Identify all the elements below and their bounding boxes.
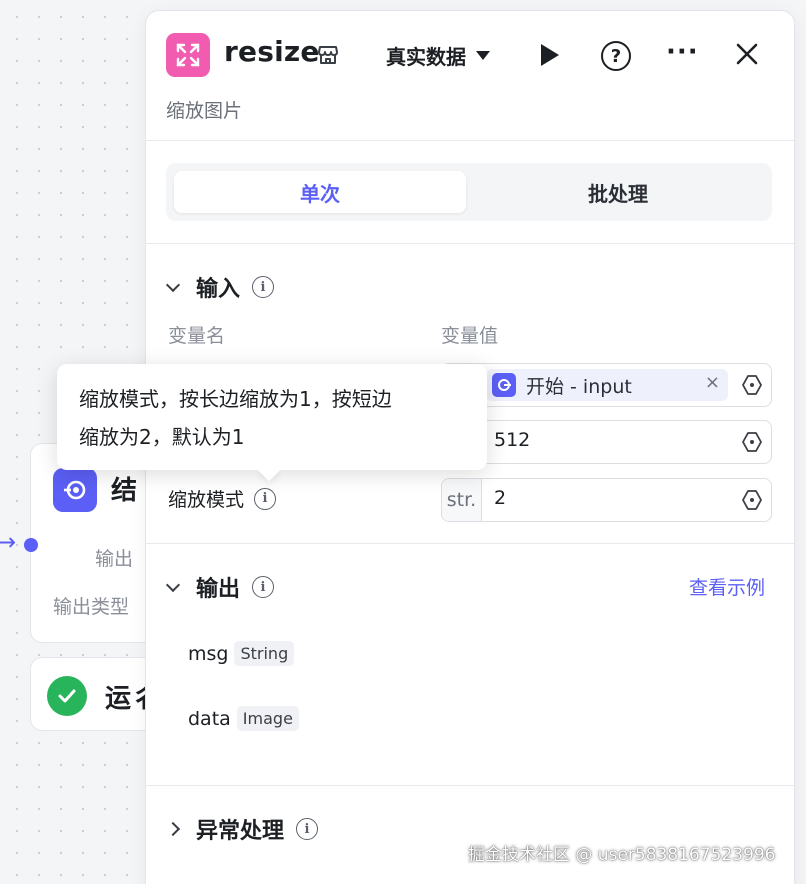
end-node-icon bbox=[53, 468, 97, 512]
check-icon bbox=[47, 676, 87, 716]
info-icon[interactable]: i bbox=[254, 487, 277, 510]
store-icon[interactable] bbox=[316, 43, 340, 67]
column-header-value: 变量值 bbox=[441, 325, 499, 347]
close-icon[interactable] bbox=[734, 41, 760, 67]
node-title[interactable]: resize bbox=[224, 35, 320, 68]
type-badge: String bbox=[234, 641, 295, 666]
end-node-title: 结 bbox=[111, 476, 138, 506]
type-tag: str. bbox=[442, 479, 482, 521]
variable-value-field[interactable]: str. 2 bbox=[441, 478, 772, 522]
tooltip-line: 缩放为2，默认为1 bbox=[79, 425, 245, 449]
variable-icon[interactable] bbox=[741, 489, 763, 511]
node-description: 缩放图片 bbox=[166, 100, 243, 122]
reference-label: 开始 - input bbox=[526, 375, 632, 398]
variable-value: 2 bbox=[494, 487, 507, 509]
input-section-header[interactable]: 输入 i bbox=[165, 271, 275, 303]
start-node-icon bbox=[492, 373, 516, 397]
divider bbox=[146, 785, 794, 786]
info-icon[interactable]: i bbox=[296, 818, 319, 840]
tab-batch[interactable]: 批处理 bbox=[472, 171, 764, 213]
error-section-title: 异常处理 bbox=[196, 819, 285, 844]
output-field: data Image bbox=[188, 706, 299, 731]
reference-chip[interactable]: 开始 - input × bbox=[486, 369, 728, 401]
chevron-down-icon bbox=[476, 51, 490, 60]
variable-value: 512 bbox=[494, 429, 531, 451]
info-icon[interactable]: i bbox=[252, 576, 275, 598]
tooltip-line: 缩放模式，按长边缩放为1，按短边 bbox=[79, 387, 392, 411]
info-icon[interactable]: i bbox=[252, 276, 275, 298]
param-name-resize-mode: 缩放模式 i bbox=[168, 485, 277, 512]
chevron-down-icon bbox=[165, 577, 181, 592]
end-node-output-label: 输出 bbox=[95, 548, 134, 570]
error-section-header[interactable]: 异常处理 i bbox=[165, 813, 319, 845]
panel-header: resize 真实数据 ? ··· 缩放图片 bbox=[146, 11, 794, 141]
view-example-link[interactable]: 查看示例 bbox=[689, 573, 765, 600]
tab-single[interactable]: 单次 bbox=[174, 171, 466, 213]
run-mode-tabs: 单次 批处理 bbox=[166, 163, 772, 221]
more-icon[interactable]: ··· bbox=[666, 39, 699, 65]
output-field-name: msg bbox=[188, 642, 229, 665]
param-tooltip: 缩放模式，按长边缩放为1，按短边 缩放为2，默认为1 bbox=[57, 364, 487, 470]
column-header-name: 变量名 bbox=[168, 325, 226, 347]
data-mode-dropdown[interactable]: 真实数据 bbox=[386, 41, 490, 70]
output-field: msg String bbox=[188, 641, 295, 666]
output-field-name: data bbox=[188, 707, 231, 730]
help-icon[interactable]: ? bbox=[601, 41, 631, 71]
variable-icon[interactable] bbox=[741, 431, 763, 453]
chevron-right-icon bbox=[165, 821, 181, 837]
variable-value-field[interactable]: 512 bbox=[441, 420, 772, 464]
connection-arrow-icon: → bbox=[0, 528, 17, 556]
end-node-output-type-label: 输出类型 bbox=[53, 596, 130, 618]
divider bbox=[146, 243, 794, 244]
input-port[interactable] bbox=[24, 538, 38, 552]
param-label: 缩放模式 bbox=[168, 489, 245, 511]
remove-reference-icon[interactable]: × bbox=[705, 372, 720, 393]
watermark: 掘金技术社区 @ user5838167523996 bbox=[468, 845, 776, 865]
output-section-title: 输出 bbox=[196, 577, 241, 602]
output-section-header[interactable]: 输出 i bbox=[165, 571, 275, 603]
type-badge: Image bbox=[236, 706, 299, 731]
variable-value-field[interactable]: 开始 - input × bbox=[441, 363, 772, 407]
expand-icon bbox=[166, 33, 210, 77]
input-section-title: 输入 bbox=[196, 277, 241, 302]
chevron-down-icon bbox=[165, 277, 181, 292]
data-mode-label: 真实数据 bbox=[386, 45, 466, 69]
variable-icon[interactable] bbox=[741, 374, 763, 396]
play-icon[interactable] bbox=[541, 44, 559, 66]
divider bbox=[146, 543, 794, 544]
